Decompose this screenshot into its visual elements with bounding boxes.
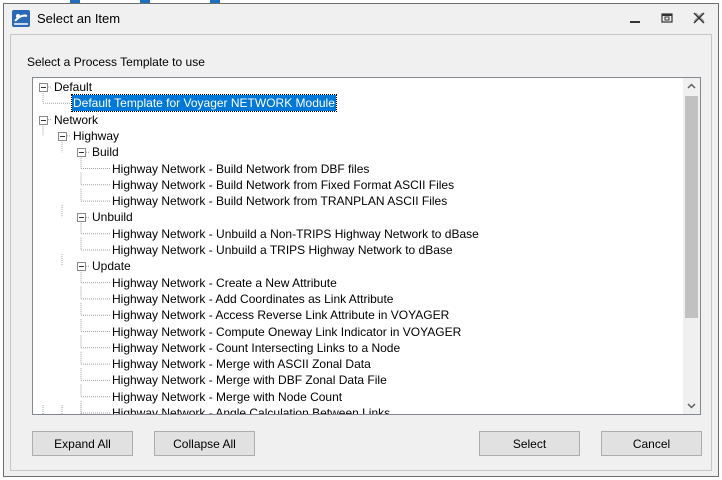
minus-box-icon[interactable] bbox=[58, 131, 67, 141]
tree-item-node[interactable]: Highway Network - Unbuild a TRIPS Highwa… bbox=[111, 242, 454, 258]
tree-item-node[interactable]: Highway Network - Build Network from TRA… bbox=[111, 193, 448, 209]
tree-item-node[interactable]: Highway Network - Merge with Node Count bbox=[111, 389, 343, 405]
app-icon bbox=[12, 10, 30, 27]
tree-item-node[interactable]: Highway Network - Angle Calculation Betw… bbox=[111, 405, 391, 414]
tree-folder-node[interactable]: Unbuild bbox=[91, 209, 134, 225]
collapse-all-button[interactable]: Collapse All bbox=[154, 431, 255, 456]
cancel-button[interactable]: Cancel bbox=[601, 431, 702, 456]
tree-item-node[interactable]: Highway Network - Unbuild a Non-TRIPS Hi… bbox=[111, 226, 480, 242]
minus-box-icon[interactable] bbox=[39, 83, 48, 92]
tree-folder-node[interactable]: Update bbox=[91, 258, 132, 274]
minus-box-icon[interactable] bbox=[77, 262, 86, 272]
tree-folder-node[interactable]: Highway bbox=[72, 128, 120, 144]
tree-item-node[interactable]: Highway Network - Merge with DBF Zonal D… bbox=[111, 372, 388, 388]
title-bar[interactable]: Select an Item bbox=[4, 4, 718, 33]
restore-button[interactable] bbox=[656, 9, 678, 27]
scroll-up-button[interactable] bbox=[683, 78, 700, 95]
select-item-dialog: Select an Item Select a Process Template… bbox=[3, 3, 719, 477]
scroll-down-button[interactable] bbox=[683, 397, 700, 414]
restore-icon bbox=[661, 13, 673, 23]
scroll-thumb[interactable] bbox=[685, 96, 698, 318]
tree-item-node[interactable]: Default Template for Voyager NETWORK Mod… bbox=[71, 94, 337, 113]
tree-item-node[interactable]: Highway Network - Build Network from Fix… bbox=[111, 177, 455, 193]
tree-folder-node[interactable]: Network bbox=[53, 112, 99, 128]
dialog-body: Select a Process Template to use Default… bbox=[10, 34, 712, 471]
process-template-tree[interactable]: Default Default Template for Voyager NETW… bbox=[32, 77, 701, 415]
minus-box-icon[interactable] bbox=[39, 115, 48, 125]
minimize-icon bbox=[630, 21, 640, 23]
chevron-down-icon bbox=[687, 403, 696, 409]
minus-box-icon[interactable] bbox=[77, 148, 86, 158]
tree-item-node[interactable]: Highway Network - Count Intersecting Lin… bbox=[111, 340, 401, 356]
tree-item-node[interactable]: Highway Network - Access Reverse Link At… bbox=[111, 307, 450, 323]
minus-box-icon[interactable] bbox=[77, 213, 86, 223]
tree-folder-node[interactable]: Build bbox=[91, 144, 120, 160]
tree-folder-node[interactable]: Default bbox=[53, 79, 93, 95]
tree-item-node[interactable]: Highway Network - Compute Oneway Link In… bbox=[111, 324, 462, 340]
chevron-up-icon bbox=[687, 83, 696, 89]
dialog-title: Select an Item bbox=[37, 11, 121, 26]
tree-item-node[interactable]: Highway Network - Add Coordinates as Lin… bbox=[111, 291, 394, 307]
prompt-label: Select a Process Template to use bbox=[27, 55, 205, 69]
close-icon bbox=[693, 12, 705, 24]
close-button[interactable] bbox=[688, 9, 710, 27]
minimize-button[interactable] bbox=[624, 9, 646, 27]
vertical-scrollbar[interactable] bbox=[683, 78, 700, 414]
tree-item-node[interactable]: Highway Network - Merge with ASCII Zonal… bbox=[111, 356, 372, 372]
tree-item-node[interactable]: Highway Network - Create a New Attribute bbox=[111, 275, 338, 291]
expand-all-button[interactable]: Expand All bbox=[32, 431, 133, 456]
tree-item-node[interactable]: Highway Network - Build Network from DBF… bbox=[111, 161, 370, 177]
select-button[interactable]: Select bbox=[479, 431, 580, 456]
